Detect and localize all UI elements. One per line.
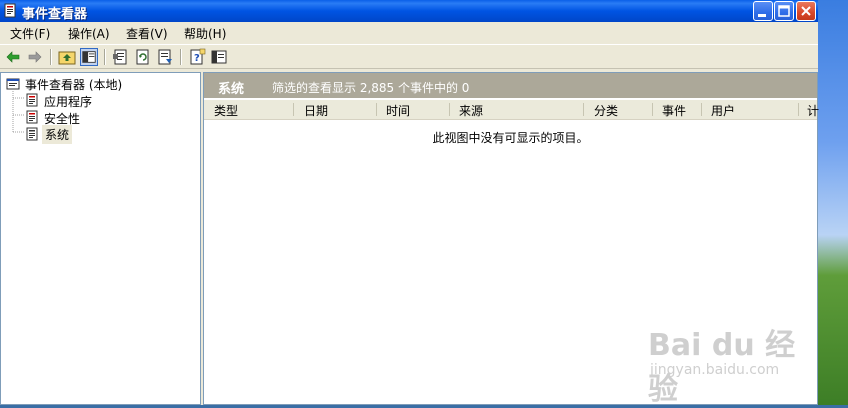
column-time[interactable]: 时间: [386, 102, 410, 119]
details-title: 系统: [218, 82, 245, 97]
event-viewer-window: 事件查看器 文件(F) 操作(A) 查看(V) 帮助(H) ? 事件查看器 (本…: [0, 0, 819, 407]
description-panel-icon[interactable]: [210, 48, 228, 66]
export-list-icon[interactable]: [156, 48, 174, 66]
column-date[interactable]: 日期: [304, 102, 328, 119]
tree-item-system-selected[interactable]: 系统: [42, 125, 73, 144]
console-tree: 事件查看器 (本地) 应用程序 安全性 系统: [0, 72, 201, 405]
minimize-icon: [758, 14, 766, 17]
column-computer[interactable]: 计: [807, 102, 819, 119]
maximize-button[interactable]: [774, 1, 794, 21]
column-category[interactable]: 分类: [594, 102, 618, 119]
toolbar-separator: [180, 49, 182, 65]
column-divider[interactable]: [376, 103, 377, 116]
close-icon: [801, 6, 811, 16]
column-divider[interactable]: [583, 103, 584, 116]
menu-bar: 文件(F) 操作(A) 查看(V) 帮助(H): [0, 22, 818, 42]
refresh-icon[interactable]: [134, 48, 152, 66]
minimize-button[interactable]: [753, 1, 773, 21]
menu-view[interactable]: 查看(V): [126, 25, 168, 42]
details-header: 系统 筛选的查看显示 2,885 个事件中的 0: [204, 73, 817, 98]
desktop-background: [818, 0, 848, 405]
toolbar: ?: [0, 44, 818, 69]
column-divider[interactable]: [293, 103, 294, 116]
list-column-header: 类型 日期 时间 来源 分类 事件 用户 计: [204, 100, 819, 120]
column-event[interactable]: 事件: [662, 102, 686, 119]
application-log-icon: [26, 93, 38, 107]
tree-root-label[interactable]: 事件查看器 (本地): [25, 76, 122, 93]
column-divider[interactable]: [701, 103, 702, 116]
column-divider[interactable]: [652, 103, 653, 116]
tree-connector-lines: [12, 91, 24, 133]
toolbar-separator: [50, 49, 52, 65]
baidu-watermark-url: jingyan.baidu.com: [650, 362, 780, 378]
filter-summary: 筛选的查看显示 2,885 个事件中的 0: [272, 81, 470, 95]
help-icon[interactable]: ?: [188, 48, 206, 66]
menu-file[interactable]: 文件(F): [10, 25, 50, 42]
svg-text:?: ?: [194, 53, 200, 64]
forward-arrow-icon[interactable]: [26, 48, 44, 66]
security-log-icon: [26, 110, 38, 124]
show-hide-tree-icon[interactable]: [80, 48, 98, 66]
event-viewer-icon: [4, 3, 16, 18]
column-user[interactable]: 用户: [711, 102, 735, 119]
up-folder-icon[interactable]: [58, 48, 76, 66]
close-button[interactable]: [796, 1, 816, 21]
back-arrow-icon[interactable]: [4, 48, 22, 66]
toolbar-separator: [104, 49, 106, 65]
event-viewer-root-icon: [6, 78, 20, 90]
title-bar[interactable]: 事件查看器: [0, 0, 818, 22]
properties-icon[interactable]: [112, 48, 130, 66]
tree-item-application[interactable]: 应用程序: [44, 93, 92, 110]
column-divider[interactable]: [798, 103, 799, 116]
column-divider[interactable]: [449, 103, 450, 116]
empty-list-message: 此视图中没有可显示的项目。: [432, 131, 589, 145]
window-title: 事件查看器: [22, 7, 88, 22]
menu-action[interactable]: 操作(A): [68, 25, 110, 42]
menu-help[interactable]: 帮助(H): [184, 25, 226, 42]
maximize-icon: [778, 5, 790, 17]
column-type[interactable]: 类型: [214, 102, 238, 119]
column-source[interactable]: 来源: [459, 102, 483, 119]
system-log-icon: [26, 127, 38, 141]
